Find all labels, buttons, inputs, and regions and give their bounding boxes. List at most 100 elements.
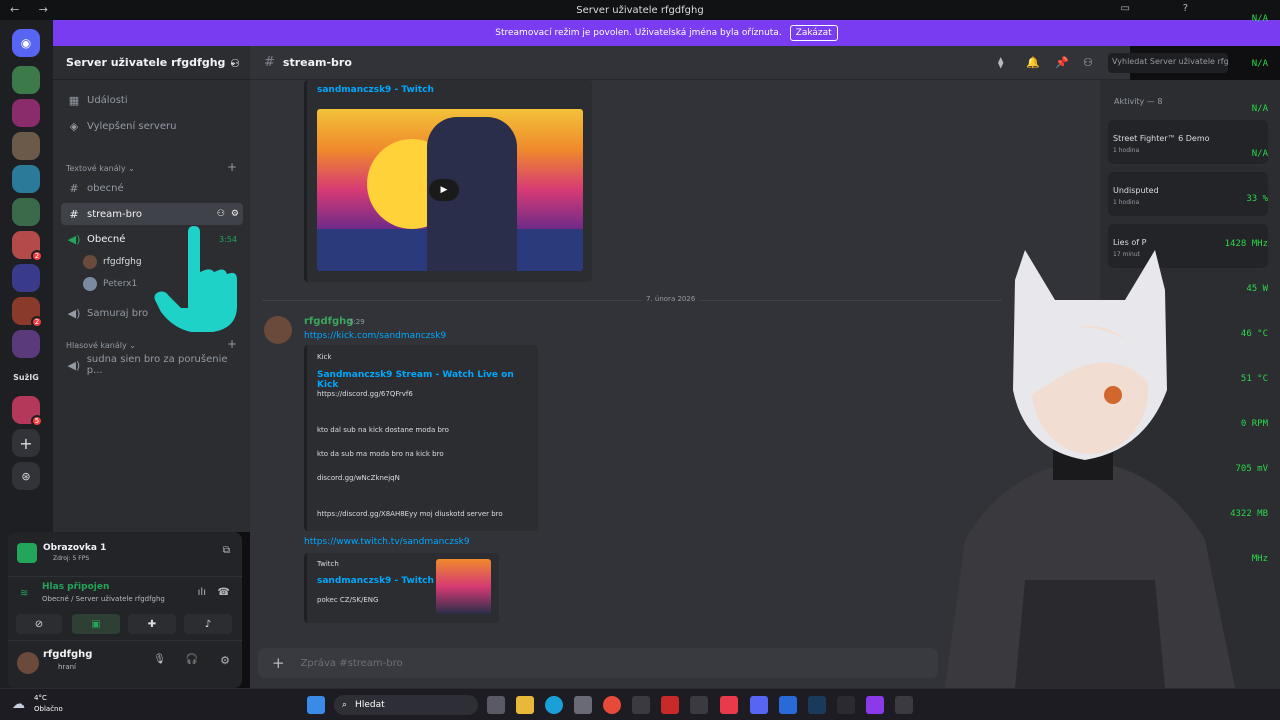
disable-streamer-button[interactable]: Zakázat [789, 25, 838, 41]
message-time: 5:29 [349, 318, 365, 326]
edge-icon[interactable] [545, 696, 563, 714]
embed-title[interactable]: Sandmanczsk9 Stream - Watch Live on Kick [317, 370, 538, 390]
threads-icon[interactable]: ⧫ [998, 56, 1003, 69]
vscode-icon[interactable] [779, 696, 797, 714]
avatar [83, 277, 97, 291]
window-title: Server uživatele rfgdfghg [576, 4, 704, 16]
add-channel-icon[interactable]: + [227, 337, 237, 351]
notification-badge: 2 [31, 250, 43, 262]
app-icon[interactable] [690, 696, 708, 714]
stat-value: 1428 MHz [1224, 239, 1268, 249]
camera-off-button[interactable]: ⊘ [16, 614, 62, 634]
add-channel-icon[interactable]: + [227, 160, 237, 174]
sidebar-item-events[interactable]: ▦ Události [61, 89, 243, 111]
app-icon[interactable] [632, 696, 650, 714]
server-label-icon[interactable]: SužIG [12, 363, 40, 391]
category-voice[interactable]: Hlasové kanály ⌄ [66, 341, 136, 350]
weather-temp[interactable]: 4°C [34, 694, 47, 702]
start-icon[interactable] [307, 696, 325, 714]
epic-icon[interactable] [837, 696, 855, 714]
soundboard-button[interactable]: ♪ [184, 614, 232, 634]
server-icon[interactable] [12, 132, 40, 160]
gear-icon[interactable]: ⚙ [231, 209, 239, 219]
voice-status[interactable]: Hlas připojen [42, 582, 109, 592]
activity-game: Undisputed [1113, 186, 1159, 195]
embed-title[interactable]: sandmanczsk9 - Twitch [317, 85, 434, 95]
stat-value: 51 °C [1240, 374, 1268, 384]
server-icon[interactable] [12, 165, 40, 193]
server-icon[interactable] [12, 99, 40, 127]
thumbnail-image[interactable] [436, 559, 491, 614]
gear-icon[interactable]: ⚙ [220, 654, 230, 667]
weather-text[interactable]: Oblačno [34, 705, 63, 713]
youtube-icon[interactable] [720, 696, 738, 714]
message-link[interactable]: https://kick.com/sandmanczsk9 [304, 331, 446, 341]
share-screen-button[interactable]: ▣ [72, 614, 120, 634]
bell-icon[interactable]: 🔔 [1026, 56, 1040, 69]
chrome-icon[interactable] [603, 696, 621, 714]
twitch-icon[interactable] [866, 696, 884, 714]
soundboard-icon[interactable]: ılı [198, 587, 206, 598]
disconnect-icon[interactable]: ☎ [218, 587, 230, 598]
members-icon[interactable]: ⚇ [1083, 56, 1093, 69]
server-icon[interactable]: 2 [12, 231, 43, 262]
inbox-icon[interactable]: ▭ [1121, 3, 1130, 14]
twitch-embed: Twitch sandmanczsk9 - Twitch pokec CZ/SK… [304, 553, 499, 623]
search-input[interactable]: Vyhledat Server uživatele rfgdfghg [1108, 53, 1228, 73]
steam-icon[interactable] [808, 696, 826, 714]
avatar[interactable] [17, 652, 39, 674]
divider [8, 640, 242, 641]
channel-obecne[interactable]: # obecné [61, 177, 243, 199]
store-icon[interactable] [574, 696, 592, 714]
invite-icon[interactable]: ⚇ [217, 209, 225, 219]
activities-button[interactable]: ✚ [128, 614, 176, 634]
date-label: 7. února 2026 [642, 295, 700, 303]
add-attachment-icon[interactable]: + [272, 654, 285, 672]
server-icon[interactable] [12, 330, 40, 358]
voice-path[interactable]: Obecné / Server uživatele rfgdfghg [42, 595, 165, 603]
server-icon[interactable]: 2 [12, 297, 43, 328]
help-icon[interactable]: ? [1183, 3, 1188, 14]
app-icon[interactable] [895, 696, 913, 714]
taskbar: ☁ 4°C Oblačno ⌕ Hledat [0, 688, 1280, 720]
play-icon[interactable]: ▶ [429, 179, 459, 201]
server-icon[interactable] [12, 198, 40, 226]
server-header[interactable]: Server uživatele rfgdfghg ⌄ ⚇ [53, 46, 250, 80]
embed-title[interactable]: sandmanczsk9 - Twitch [317, 576, 434, 586]
hash-icon: # [69, 181, 79, 195]
headphones-icon[interactable]: 🎧 [186, 654, 198, 665]
avatar[interactable] [264, 316, 292, 344]
taskbar-search[interactable]: ⌕ Hledat [334, 695, 478, 715]
category-text[interactable]: Textové kanály ⌄ [66, 164, 135, 173]
channel-stream-bro[interactable]: # stream-bro ⚇ ⚙ [61, 203, 243, 225]
composer-placeholder: Zpráva #stream-bro [300, 657, 403, 669]
message-link[interactable]: https://www.twitch.tv/sandmanczsk9 [304, 537, 470, 547]
user-status: hraní [58, 663, 76, 671]
discord-icon[interactable] [750, 696, 768, 714]
pin-icon[interactable]: 📌 [1055, 56, 1069, 69]
amd-icon[interactable] [661, 696, 679, 714]
add-server-icon[interactable]: + [12, 429, 40, 457]
thumbnail-image[interactable]: ▶ [317, 109, 583, 271]
popout-icon[interactable]: ⧉ [223, 545, 230, 556]
message-input[interactable]: + Zpráva #stream-bro [258, 648, 938, 678]
sidebar-item-boost[interactable]: ◈ Vylepšení serveru [61, 115, 243, 137]
microphone-icon[interactable]: 🎙 [153, 654, 166, 665]
server-icon[interactable]: 5 [12, 396, 43, 427]
user-name[interactable]: rfgdfghg [43, 649, 92, 660]
activity-game: Street Fighter™ 6 Demo [1113, 134, 1210, 143]
message-author[interactable]: rfgdfghg [304, 316, 353, 327]
voice-channel-sudna[interactable]: ◀) sudna sien bro za porušenie p... [61, 354, 243, 376]
server-icon[interactable] [12, 66, 40, 94]
discord-home-icon[interactable]: ◉ [12, 29, 40, 57]
nav-arrows-icon[interactable]: ← → [10, 3, 56, 16]
activity-card[interactable]: Street Fighter™ 6 Demo 1 hodina [1108, 120, 1268, 164]
file-explorer-icon[interactable] [516, 696, 534, 714]
task-view-icon[interactable] [487, 696, 505, 714]
divider [8, 576, 242, 577]
activity-card[interactable]: Undisputed 1 hodina [1108, 172, 1268, 216]
search-icon: ⌕ [342, 700, 348, 710]
discover-icon[interactable]: ⊛ [12, 462, 40, 490]
invite-icon[interactable]: ⚇ [230, 57, 240, 70]
server-icon[interactable] [12, 264, 40, 292]
